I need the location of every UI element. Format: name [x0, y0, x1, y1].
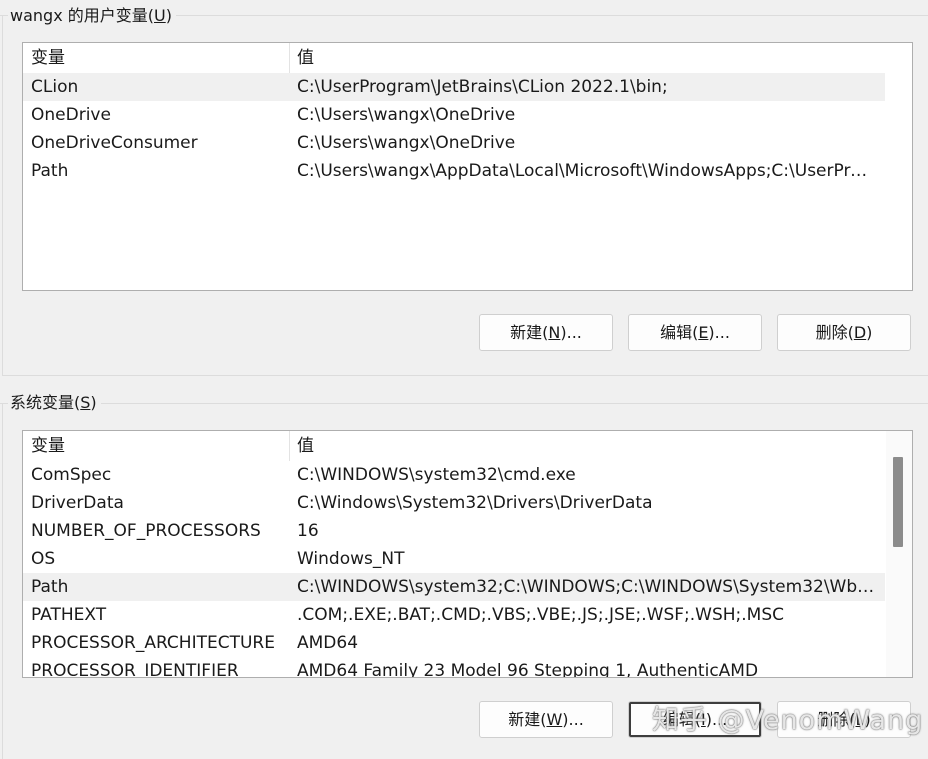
variable-name: DriverData [31, 493, 124, 513]
variable-name: OS [31, 549, 56, 569]
table-row[interactable]: NUMBER_OF_PROCESSORS 16 [23, 517, 885, 545]
column-header-value[interactable]: 值 [297, 431, 314, 461]
system-new-button[interactable]: 新建(W)... [479, 701, 613, 738]
variable-name: PROCESSOR_ARCHITECTURE [31, 633, 275, 653]
column-header-name[interactable]: 变量 [31, 43, 65, 73]
variable-value: C:\Users\wangx\OneDrive [297, 105, 516, 125]
variable-value: C:\Windows\System32\Drivers\DriverData [297, 493, 653, 513]
variable-value: AMD64 [297, 633, 359, 653]
table-row[interactable]: CLion C:\UserProgram\JetBrains\CLion 2022… [23, 73, 885, 101]
variable-name: PATHEXT [31, 605, 107, 625]
user-delete-button[interactable]: 删除(D) [777, 314, 911, 351]
variable-value: C:\WINDOWS\system32\cmd.exe [297, 465, 576, 485]
variable-value: AMD64 Family 23 Model 96 Stepping 1, Aut… [297, 661, 759, 678]
user-group-label: wangx 的用户变量(U) [8, 5, 176, 27]
table-row[interactable]: OS Windows_NT [23, 545, 885, 573]
system-list-header: 变量 值 [23, 431, 886, 461]
variable-name: NUMBER_OF_PROCESSORS [31, 521, 261, 541]
variable-name: ComSpec [31, 465, 112, 485]
table-row[interactable]: ComSpec C:\WINDOWS\system32\cmd.exe [23, 461, 885, 489]
user-new-button[interactable]: 新建(N)... [479, 314, 613, 351]
variable-name: OneDriveConsumer [31, 133, 198, 153]
user-group-border-left [2, 15, 3, 375]
column-separator[interactable] [289, 43, 290, 73]
watermark: 知乎 @VenomWang [652, 705, 924, 736]
variable-value: 16 [297, 521, 319, 541]
table-row[interactable]: OneDriveConsumer C:\Users\wangx\OneDrive [23, 129, 885, 157]
table-row[interactable]: Path C:\WINDOWS\system32;C:\WINDOWS;C:\WI… [23, 573, 885, 601]
variable-value: C:\WINDOWS\system32;C:\WINDOWS;C:\WINDOW… [297, 577, 877, 597]
user-group-border-bottom [2, 375, 928, 376]
system-variables-list[interactable]: 变量 值 ComSpec C:\WINDOWS\system32\cmd.exe D… [22, 430, 913, 678]
variable-value: Windows_NT [297, 549, 405, 569]
table-row[interactable]: OneDrive C:\Users\wangx\OneDrive [23, 101, 885, 129]
column-separator[interactable] [289, 431, 290, 461]
system-group-border-top [0, 403, 928, 404]
table-row[interactable]: PATHEXT .COM;.EXE;.BAT;.CMD;.VBS;.VBE;.JS… [23, 601, 885, 629]
user-list-header: 变量 值 [23, 43, 912, 73]
system-group-label: 系统变量(S) [8, 392, 101, 414]
scrollbar-thumb[interactable] [893, 457, 903, 547]
system-group-border-left [2, 403, 3, 759]
column-header-value[interactable]: 值 [297, 43, 314, 73]
table-row[interactable]: PROCESSOR_IDENTIFIER AMD64 Family 23 Mode… [23, 657, 885, 678]
variable-name: Path [31, 161, 69, 181]
column-header-name[interactable]: 变量 [31, 431, 65, 461]
user-variables-list[interactable]: 变量 值 CLion C:\UserProgram\JetBrains\CLion… [22, 42, 913, 291]
table-row[interactable]: Path C:\Users\wangx\AppData\Local\Microso… [23, 157, 885, 185]
system-list-scrollbar[interactable] [886, 431, 912, 677]
variable-name: OneDrive [31, 105, 111, 125]
table-row[interactable]: DriverData C:\Windows\System32\Drivers\Dr… [23, 489, 885, 517]
variable-name: CLion [31, 77, 79, 97]
variable-name: PROCESSOR_IDENTIFIER [31, 661, 239, 678]
table-row[interactable]: PROCESSOR_ARCHITECTURE AMD64 [23, 629, 885, 657]
variable-value: C:\UserProgram\JetBrains\CLion 2022.1\bi… [297, 77, 668, 97]
variable-value: .COM;.EXE;.BAT;.CMD;.VBS;.VBE;.JS;.JSE;.… [297, 605, 785, 625]
variable-value: C:\Users\wangx\AppData\Local\Microsoft\W… [297, 161, 877, 181]
variable-name: Path [31, 577, 69, 597]
variable-value: C:\Users\wangx\OneDrive [297, 133, 516, 153]
user-edit-button[interactable]: 编辑(E)... [628, 314, 762, 351]
